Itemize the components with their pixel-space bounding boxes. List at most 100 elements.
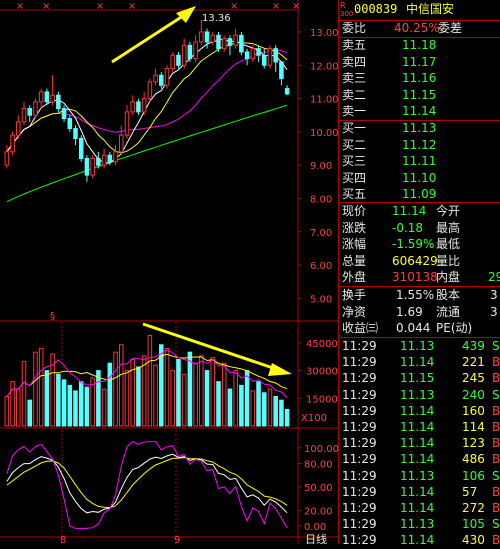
bid-label: 买一 [342, 121, 367, 135]
volume-bar [193, 362, 198, 427]
tick-row: 11:29 11.14 430 B [338, 532, 500, 549]
volume-bar [107, 362, 113, 427]
tick-flag: S [492, 468, 500, 483]
volume-bar [227, 388, 233, 427]
quote-value: 11.14 [392, 204, 427, 218]
price-tick-label: 9.00 [310, 161, 332, 172]
tick-flag: S [492, 387, 500, 402]
volume-bar [239, 384, 244, 427]
weibi-value: 40.25% [394, 21, 440, 35]
ask-row: 卖五 11.18 [338, 37, 500, 54]
volume-bar [61, 379, 67, 427]
tick-flag: B [492, 501, 500, 515]
moving-average-lines [6, 38, 288, 203]
weibi-row: 委比 40.25% 委差 [338, 20, 500, 37]
volume-bar [4, 395, 10, 427]
volume-unit: X100 [301, 413, 327, 424]
tick-volume: 160 [462, 403, 485, 418]
kdj-d-line [6, 457, 288, 509]
tick-flag: B [492, 436, 500, 451]
stat-label: 净资 [342, 304, 367, 319]
tick-time: 11:29 [342, 501, 377, 515]
candle-body [250, 48, 256, 60]
price-tick-label: 5.00 [310, 294, 332, 305]
tick-row: 11:29 11.14 123 B [338, 435, 500, 452]
volume-bar [84, 386, 90, 427]
top-marker: × [128, 1, 136, 12]
tick-volume: 245 [462, 371, 485, 386]
tick-flag: S [492, 339, 500, 353]
candle-body [38, 91, 44, 103]
tick-row: 11:29 11.13 105 S [338, 516, 500, 533]
tick-price: 11.14 [400, 436, 435, 451]
price-tick-label: 7.00 [310, 228, 332, 239]
ask-row: 卖三 11.16 [338, 70, 500, 87]
volume-bar [113, 351, 118, 427]
tick-price: 11.14 [400, 452, 435, 467]
ask-label: 卖四 [342, 54, 367, 69]
stat-label-2: 流通 [436, 304, 461, 319]
candle-body [147, 81, 153, 100]
tick-time: 11:29 [342, 484, 377, 499]
bid-price: 11.12 [402, 137, 437, 152]
tick-price: 11.13 [400, 468, 435, 483]
candle-body [170, 54, 176, 70]
ask-label: 卖一 [342, 104, 367, 118]
volume-bar [267, 388, 273, 427]
quote-label: 涨幅 [342, 237, 367, 251]
candle-body [136, 101, 141, 113]
quote-row: 总量 606429 量比 [338, 253, 500, 270]
volume-tick-label: 15000 [306, 394, 338, 405]
bid-row: 买五 11.09 [338, 186, 500, 203]
tick-row: 11:29 11.13 240 S [338, 387, 500, 404]
tick-volume: 106 [462, 468, 485, 483]
tick-time: 11:29 [342, 355, 377, 370]
ask-price: 11.15 [402, 87, 437, 102]
price-tick-label: 12.00 [310, 61, 338, 72]
candle-body [159, 74, 164, 86]
candle-body [284, 88, 290, 95]
candle-body [16, 121, 21, 136]
tick-price: 11.14 [400, 484, 435, 499]
kdj-tick-label: 0.00 [304, 522, 326, 533]
stat-tail: 3 [490, 304, 498, 319]
tick-time: 11:29 [342, 517, 377, 532]
bid-price: 11.13 [402, 121, 437, 135]
bid-price: 11.09 [402, 187, 437, 201]
stat-value: 0.044 [396, 321, 431, 335]
candle-body [113, 151, 118, 163]
tick-volume: 123 [462, 436, 485, 451]
candle-body [4, 151, 10, 166]
volume-bar [244, 370, 250, 427]
stat-label: 换手 [342, 288, 367, 302]
tick-flag: S [492, 517, 500, 532]
volume-bar [33, 351, 38, 427]
volume-tick-label: 45000 [306, 339, 338, 350]
ask-row: 卖一 11.14 [338, 103, 500, 120]
candle-body [239, 34, 244, 53]
tick-price: 11.14 [400, 403, 435, 418]
stat-value: 1.55% [396, 288, 435, 302]
tick-volume: 486 [462, 452, 485, 467]
kline-chart-area[interactable]: 13.00 12.00 11.00 10.00 9.00 8.00 7.00 6.00 5.00… [0, 0, 338, 544]
price-tick-label: 8.00 [310, 194, 332, 205]
volume-bar [147, 335, 153, 427]
top-marker: × [292, 1, 300, 12]
volume-tick-label: 30000 [306, 367, 338, 378]
candle-body [193, 41, 198, 60]
candle-body [84, 158, 90, 176]
quote-panel: R 300 000839 中信国安 委比 40.25% 委差 卖五 11.18 卖四… [338, 0, 500, 547]
kdj-tick-label: 100.00 [304, 444, 338, 455]
tick-price: 11.15 [400, 371, 435, 386]
bid-row: 买二 11.12 [338, 137, 500, 154]
volume-bar [199, 355, 204, 427]
tick-time: 11:29 [342, 420, 377, 434]
volume-bar [44, 370, 50, 427]
volume-bar [78, 381, 84, 427]
tick-flag: B [492, 420, 500, 434]
ma60-line [6, 104, 288, 203]
volume-bars [4, 335, 290, 427]
volume-axis-ticks: 45000 30000 15000 [298, 339, 338, 405]
candle-body [141, 98, 147, 113]
bid-price: 11.10 [402, 170, 437, 185]
